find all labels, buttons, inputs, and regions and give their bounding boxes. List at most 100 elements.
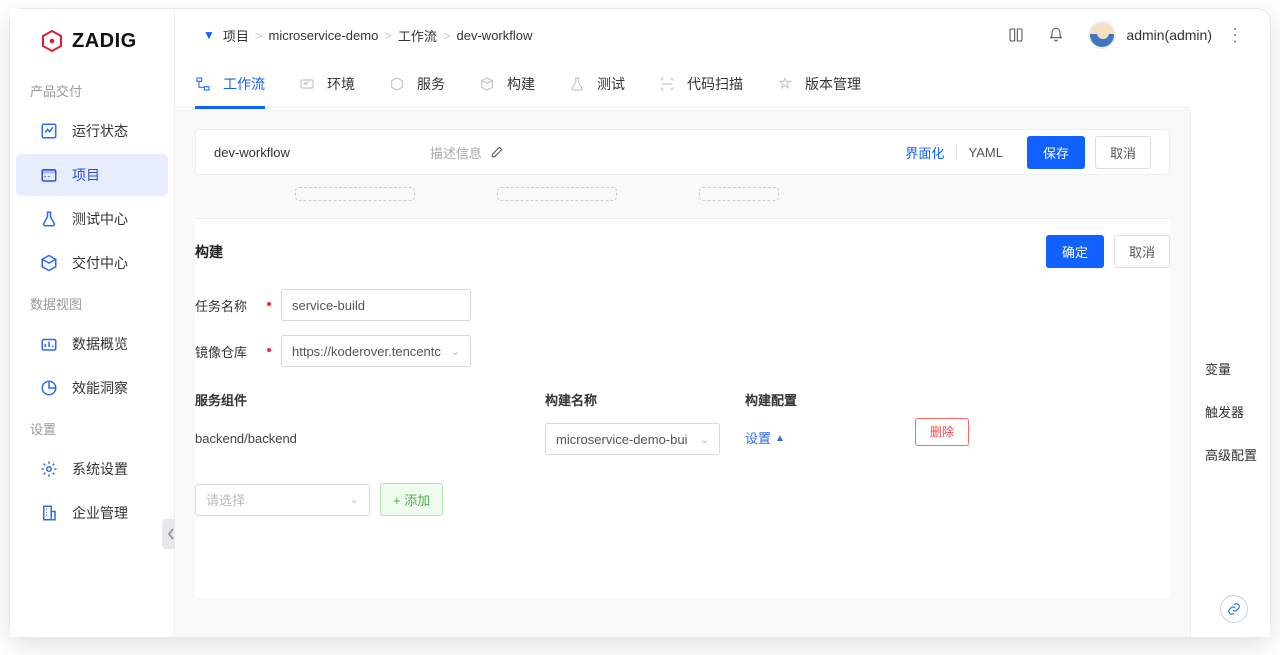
sidebar-item-label: 交付中心 <box>72 253 128 273</box>
bars-icon <box>40 335 58 353</box>
sidebar-item-test[interactable]: 测试中心 <box>16 198 168 240</box>
build-panel: 构建 确定 取消 任务名称 镜像仓库 https://koderover.ten… <box>195 218 1170 598</box>
config-link-label: 设置 <box>745 423 771 455</box>
sidebar-item-label: 效能洞察 <box>72 378 128 398</box>
delete-row-button[interactable]: 删除 <box>915 418 969 446</box>
tab-label: 工作流 <box>223 74 265 94</box>
sidebar-item-status[interactable]: 运行状态 <box>16 110 168 152</box>
breadcrumb-app[interactable]: microservice-demo <box>269 28 379 43</box>
user-label[interactable]: admin(admin) <box>1126 27 1212 43</box>
tab-build[interactable]: 构建 <box>479 61 535 108</box>
config-link[interactable]: 设置 ▲ <box>745 423 785 455</box>
repo-select[interactable]: https://koderover.tencentc ⌄ <box>281 335 471 367</box>
service-name-cell: backend/backend <box>195 423 395 455</box>
sidebar-item-insight[interactable]: 效能洞察 <box>16 367 168 409</box>
caret-up-icon: ▲ <box>775 423 785 455</box>
help-fab[interactable] <box>1220 595 1248 623</box>
workflow-header-card: dev-workflow 描述信息 界面化 | YAML 保存 取消 <box>195 129 1170 175</box>
tab-scan[interactable]: 代码扫描 <box>659 61 743 108</box>
tab-label: 测试 <box>597 74 625 94</box>
panel-title: 构建 <box>195 242 223 262</box>
bell-icon[interactable] <box>1048 27 1064 43</box>
more-menu-icon[interactable]: ⋮ <box>1220 25 1250 46</box>
task-name-label: 任务名称 <box>195 296 263 315</box>
pie-icon <box>40 379 58 397</box>
tab-label: 服务 <box>417 74 445 94</box>
stage-placeholders <box>195 175 1170 206</box>
sidebar-item-project[interactable]: 项目 <box>16 154 168 196</box>
add-service-select[interactable]: 请选择 ⌄ <box>195 484 370 516</box>
breadcrumb-sep: > <box>443 28 451 43</box>
tab-label: 代码扫描 <box>687 74 743 94</box>
tab-version[interactable]: 版本管理 <box>777 61 861 108</box>
mode-toggle-ui[interactable]: 界面化 <box>905 143 944 162</box>
sidebar: ZADIG 产品交付 运行状态 项目 测试中心 交付中心 数据视图 数据概览 效… <box>10 9 175 637</box>
right-rail: 变量 触发器 高级配置 <box>1190 109 1270 637</box>
sidebar-group-delivery: 产品交付 <box>10 73 174 108</box>
project-icon <box>40 166 58 184</box>
sidebar-group-data: 数据视图 <box>10 286 174 321</box>
sidebar-item-system[interactable]: 系统设置 <box>16 448 168 490</box>
tab-env[interactable]: 环境 <box>299 61 355 108</box>
build-select-value: microservice-demo-bui <box>556 432 687 447</box>
tab-service[interactable]: 服务 <box>389 61 445 108</box>
build-select[interactable]: microservice-demo-bui ⌄ <box>545 423 720 455</box>
repo-label: 镜像仓库 <box>195 342 263 361</box>
building-icon <box>40 504 58 522</box>
breadcrumb-sep: > <box>384 28 392 43</box>
avatar[interactable] <box>1088 21 1116 49</box>
tab-label: 构建 <box>507 74 535 94</box>
sidebar-item-label: 数据概览 <box>72 334 128 354</box>
sidebar-item-label: 系统设置 <box>72 459 128 479</box>
tab-workflow[interactable]: 工作流 <box>195 61 265 108</box>
build-icon <box>479 76 495 92</box>
rail-variables[interactable]: 变量 <box>1191 359 1270 378</box>
scan-icon <box>659 76 675 92</box>
mode-toggle-yaml[interactable]: YAML <box>969 145 1003 160</box>
add-service-placeholder: 请选择 <box>206 490 245 509</box>
save-button[interactable]: 保存 <box>1027 136 1085 169</box>
flask-icon <box>40 210 58 228</box>
logo-icon <box>40 29 64 53</box>
rail-advanced[interactable]: 高级配置 <box>1191 445 1270 464</box>
chart-icon <box>40 122 58 140</box>
content-area: dev-workflow 描述信息 界面化 | YAML 保存 取消 构建 确定… <box>175 109 1190 637</box>
logo[interactable]: ZADIG <box>10 9 174 73</box>
col-config-header: 构建配置 <box>745 390 865 409</box>
dropdown-caret-icon[interactable]: ▼ <box>203 28 215 42</box>
chevron-down-icon: ⌄ <box>700 433 709 446</box>
rail-triggers[interactable]: 触发器 <box>1191 402 1270 421</box>
version-icon <box>777 76 793 92</box>
topbar: ▼ 项目 > microservice-demo > 工作流 > dev-wor… <box>175 9 1270 61</box>
panel-cancel-button[interactable]: 取消 <box>1114 235 1170 268</box>
add-button[interactable]: + 添加 <box>380 483 443 516</box>
sidebar-item-enterprise[interactable]: 企业管理 <box>16 492 168 534</box>
tab-label: 版本管理 <box>805 74 861 94</box>
mode-sep: | <box>954 143 958 161</box>
confirm-button[interactable]: 确定 <box>1046 235 1104 268</box>
breadcrumb-project[interactable]: 项目 <box>223 26 249 45</box>
required-dot-icon <box>267 348 271 352</box>
test-icon <box>569 76 585 92</box>
sidebar-item-delivery[interactable]: 交付中心 <box>16 242 168 284</box>
edit-icon[interactable] <box>490 145 504 159</box>
workflow-name: dev-workflow <box>214 145 290 160</box>
book-icon[interactable] <box>1008 27 1024 43</box>
chevron-left-icon <box>167 528 175 540</box>
breadcrumb-workflow[interactable]: 工作流 <box>398 26 437 45</box>
workflow-icon <box>195 76 211 92</box>
project-tabs: 工作流 环境 服务 构建 测试 代码扫描 版本管理 <box>175 61 1190 108</box>
tab-test[interactable]: 测试 <box>569 61 625 108</box>
service-icon <box>389 76 405 92</box>
breadcrumb-current[interactable]: dev-workflow <box>457 28 533 43</box>
sidebar-item-label: 企业管理 <box>72 503 128 523</box>
sidebar-item-label: 测试中心 <box>72 209 128 229</box>
package-icon <box>40 254 58 272</box>
col-service-header: 服务组件 <box>195 390 395 409</box>
task-name-input[interactable] <box>281 289 471 321</box>
chevron-down-icon: ⌄ <box>350 493 359 506</box>
sidebar-item-overview[interactable]: 数据概览 <box>16 323 168 365</box>
cancel-button[interactable]: 取消 <box>1095 136 1151 169</box>
sidebar-item-label: 运行状态 <box>72 121 128 141</box>
col-build-header: 构建名称 <box>545 390 725 409</box>
